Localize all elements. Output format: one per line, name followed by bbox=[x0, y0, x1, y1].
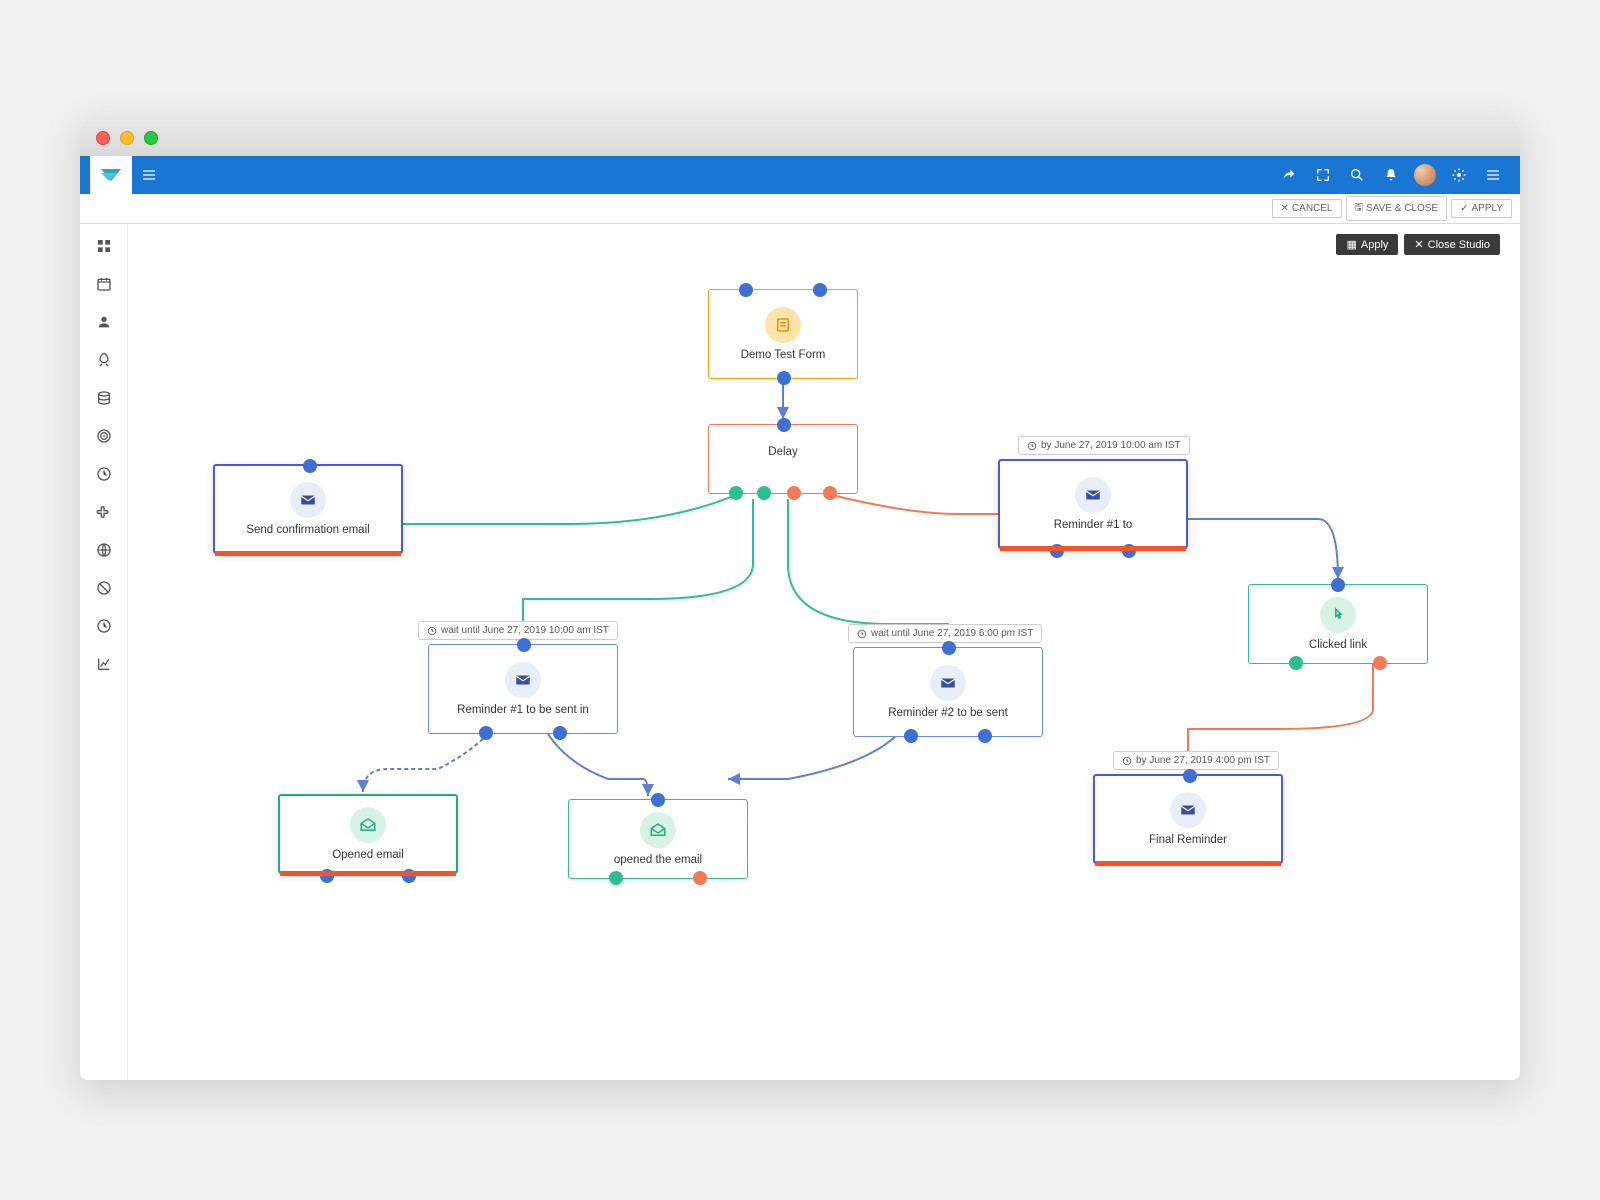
node-start-label: Demo Test Form bbox=[735, 349, 832, 361]
save-close-button[interactable]: 🖫 SAVE & CLOSE bbox=[1346, 196, 1448, 221]
app-logo bbox=[90, 156, 132, 194]
clock-icon bbox=[96, 466, 112, 482]
save-close-label: SAVE & CLOSE bbox=[1366, 203, 1438, 214]
node-opened-the-email-label: opened the email bbox=[608, 854, 708, 866]
envelope-icon bbox=[505, 662, 541, 698]
node-reminder1-sent[interactable]: Reminder #1 to be sent in bbox=[428, 644, 618, 734]
envelope-icon bbox=[930, 665, 966, 701]
sidebar-globe[interactable] bbox=[92, 538, 116, 562]
node-final-reminder[interactable]: Final Reminder bbox=[1093, 774, 1283, 864]
sidebar bbox=[80, 224, 128, 1080]
node-reminder1-sent-label: Reminder #1 to be sent in bbox=[451, 704, 595, 716]
block-icon bbox=[96, 580, 112, 596]
apply-button[interactable]: ✓ APPLY bbox=[1451, 199, 1512, 218]
pointer-icon bbox=[1320, 597, 1356, 633]
browser-window: ✕ CANCEL 🖫 SAVE & CLOSE ✓ APPLY ▦ Apply … bbox=[80, 120, 1520, 1080]
sidebar-plugins[interactable] bbox=[92, 500, 116, 524]
avatar-icon bbox=[1414, 164, 1436, 186]
studio-close-button[interactable]: ✕ Close Studio bbox=[1404, 234, 1500, 255]
cancel-label: CANCEL bbox=[1292, 203, 1333, 214]
sidebar-schedule[interactable] bbox=[92, 614, 116, 638]
studio-close-label: Close Studio bbox=[1428, 239, 1490, 251]
sidebar-launch[interactable] bbox=[92, 348, 116, 372]
node-start[interactable]: Demo Test Form bbox=[708, 289, 858, 379]
clock-icon bbox=[1027, 441, 1037, 451]
bell-icon bbox=[1383, 167, 1399, 183]
menu-toggle-button[interactable] bbox=[134, 160, 164, 190]
user-icon bbox=[96, 314, 112, 330]
node-opened-the-email[interactable]: opened the email bbox=[568, 799, 748, 879]
schedule-final-reminder: by June 27, 2019 4:00 pm IST bbox=[1113, 751, 1279, 770]
schedule-reminder2-sent: wait until June 27, 2019 6:00 pm IST bbox=[848, 624, 1042, 643]
sidebar-calendar[interactable] bbox=[92, 272, 116, 296]
user-avatar[interactable] bbox=[1410, 160, 1440, 190]
sidebar-block[interactable] bbox=[92, 576, 116, 600]
cancel-button[interactable]: ✕ CANCEL bbox=[1272, 199, 1342, 218]
calendar-icon bbox=[96, 276, 112, 292]
gear-icon bbox=[1451, 167, 1467, 183]
node-delay-label: Delay bbox=[762, 446, 803, 458]
apply-label: APPLY bbox=[1472, 203, 1504, 214]
form-icon bbox=[765, 307, 801, 343]
search-icon bbox=[1349, 167, 1365, 183]
settings-button[interactable] bbox=[1444, 160, 1474, 190]
hamburger-icon bbox=[1485, 167, 1501, 183]
sidebar-reports[interactable] bbox=[92, 652, 116, 676]
globe-icon bbox=[96, 542, 112, 558]
sidebar-contacts[interactable] bbox=[92, 310, 116, 334]
node-reminder2-sent[interactable]: Reminder #2 to be sent bbox=[853, 647, 1043, 737]
node-final-reminder-label: Final Reminder bbox=[1143, 834, 1233, 846]
node-send-confirmation[interactable]: Send confirmation email bbox=[213, 464, 403, 554]
node-reminder2-sent-label: Reminder #2 to be sent bbox=[882, 707, 1014, 719]
window-maximize-button[interactable] bbox=[144, 131, 158, 145]
chart-icon bbox=[96, 656, 112, 672]
search-button[interactable] bbox=[1342, 160, 1372, 190]
studio-apply-button[interactable]: ▦ Apply bbox=[1336, 234, 1398, 255]
envelope-icon bbox=[1075, 477, 1111, 513]
clock-icon bbox=[96, 618, 112, 634]
action-bar: ✕ CANCEL 🖫 SAVE & CLOSE ✓ APPLY bbox=[80, 194, 1520, 224]
puzzle-icon bbox=[96, 504, 112, 520]
sidebar-target[interactable] bbox=[92, 424, 116, 448]
node-reminder1-to-label: Reminder #1 to bbox=[1048, 519, 1139, 531]
envelope-icon bbox=[1170, 792, 1206, 828]
open-envelope-icon bbox=[640, 812, 676, 848]
node-opened-email-label: Opened email bbox=[326, 849, 410, 861]
node-reminder1-to[interactable]: Reminder #1 to bbox=[998, 459, 1188, 549]
share-icon bbox=[1281, 167, 1297, 183]
schedule-reminder1-sent: wait until June 27, 2019 10:00 am IST bbox=[418, 621, 618, 640]
clock-icon bbox=[427, 626, 437, 636]
sidebar-history[interactable] bbox=[92, 462, 116, 486]
node-delay[interactable]: Delay bbox=[708, 424, 858, 494]
open-envelope-icon bbox=[350, 807, 386, 843]
envelope-icon bbox=[290, 482, 326, 518]
logo-icon bbox=[99, 163, 123, 187]
window-titlebar bbox=[80, 120, 1520, 156]
expand-icon bbox=[1315, 167, 1331, 183]
studio-apply-label: Apply bbox=[1361, 239, 1389, 251]
hamburger-icon bbox=[141, 167, 157, 183]
more-menu-button[interactable] bbox=[1478, 160, 1508, 190]
clock-icon bbox=[857, 629, 867, 639]
clock-icon bbox=[1122, 756, 1132, 766]
workflow-canvas[interactable]: ▦ Apply ✕ Close Studio bbox=[128, 224, 1520, 1080]
window-minimize-button[interactable] bbox=[120, 131, 134, 145]
sidebar-data[interactable] bbox=[92, 386, 116, 410]
fullscreen-button[interactable] bbox=[1308, 160, 1338, 190]
target-icon bbox=[96, 428, 112, 444]
window-close-button[interactable] bbox=[96, 131, 110, 145]
rocket-icon bbox=[96, 352, 112, 368]
database-icon bbox=[96, 390, 112, 406]
topbar bbox=[80, 156, 1520, 194]
share-button[interactable] bbox=[1274, 160, 1304, 190]
sidebar-dashboard[interactable] bbox=[92, 234, 116, 258]
notifications-button[interactable] bbox=[1376, 160, 1406, 190]
node-clicked-link[interactable]: Clicked link bbox=[1248, 584, 1428, 664]
node-clicked-link-label: Clicked link bbox=[1303, 639, 1373, 651]
grid-icon bbox=[96, 238, 112, 254]
node-opened-email[interactable]: Opened email bbox=[278, 794, 458, 874]
node-send-confirmation-label: Send confirmation email bbox=[240, 524, 375, 536]
schedule-reminder1-to: by June 27, 2019 10:00 am IST bbox=[1018, 436, 1190, 455]
